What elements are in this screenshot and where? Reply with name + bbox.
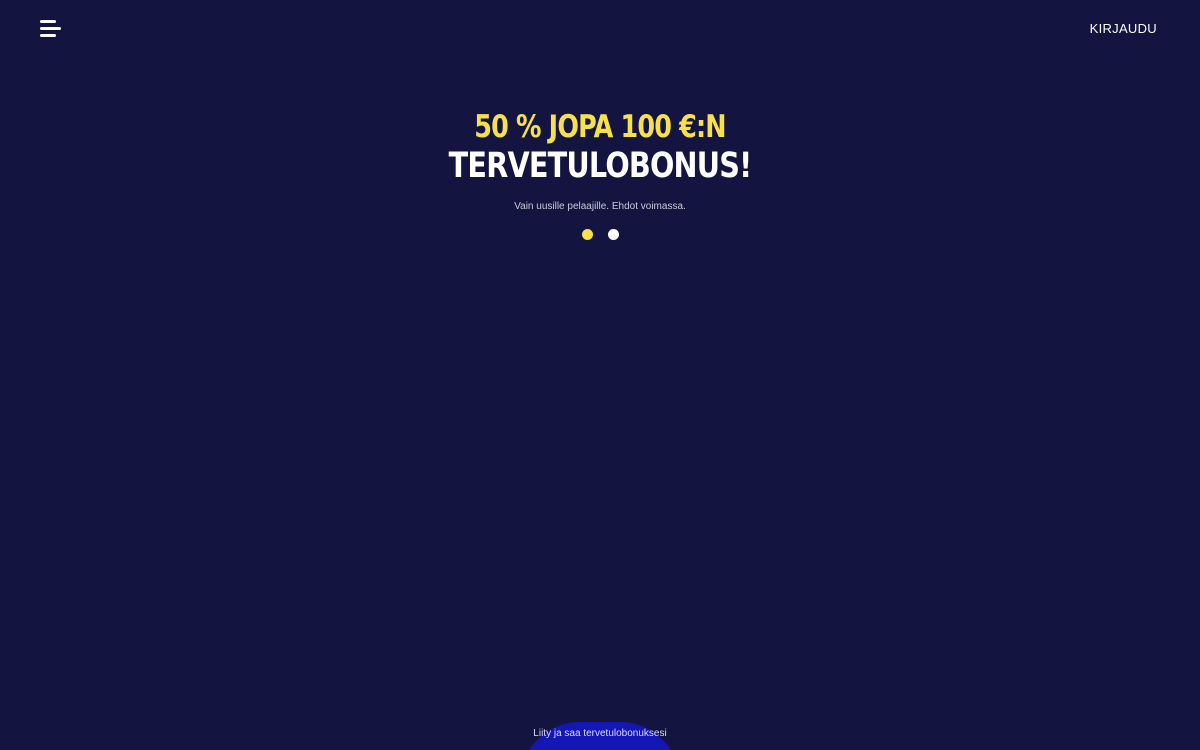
- carousel-dot-2[interactable]: [607, 229, 619, 240]
- headline-bonus-amount: 50 % JOPA 100 €:N: [474, 109, 726, 145]
- join-cta-label: Liity ja saa tervetulobonuksesi: [533, 728, 667, 739]
- terms-text: Vain uusille pelaajille. Ehdot voimassa.: [514, 201, 686, 212]
- menu-bar-middle: [40, 27, 61, 30]
- hamburger-menu-icon[interactable]: [40, 20, 62, 40]
- join-cta-button[interactable]: Liity ja saa tervetulobonuksesi: [520, 722, 680, 750]
- menu-bar-top: [40, 20, 56, 23]
- hero-banner: 50 % JOPA 100 €:N TERVETULOBONUS! Vain u…: [0, 108, 1200, 241]
- menu-bar-bottom: [40, 34, 56, 37]
- carousel-pagination: [0, 229, 1200, 241]
- headline-welcome-bonus: TERVETULOBONUS!: [448, 146, 753, 186]
- login-button[interactable]: KIRJAUDU: [1090, 21, 1157, 36]
- carousel-dot-1[interactable]: [581, 229, 593, 240]
- page: KIRJAUDU 50 % JOPA 100 €:N TERVETULOBONU…: [0, 0, 1200, 750]
